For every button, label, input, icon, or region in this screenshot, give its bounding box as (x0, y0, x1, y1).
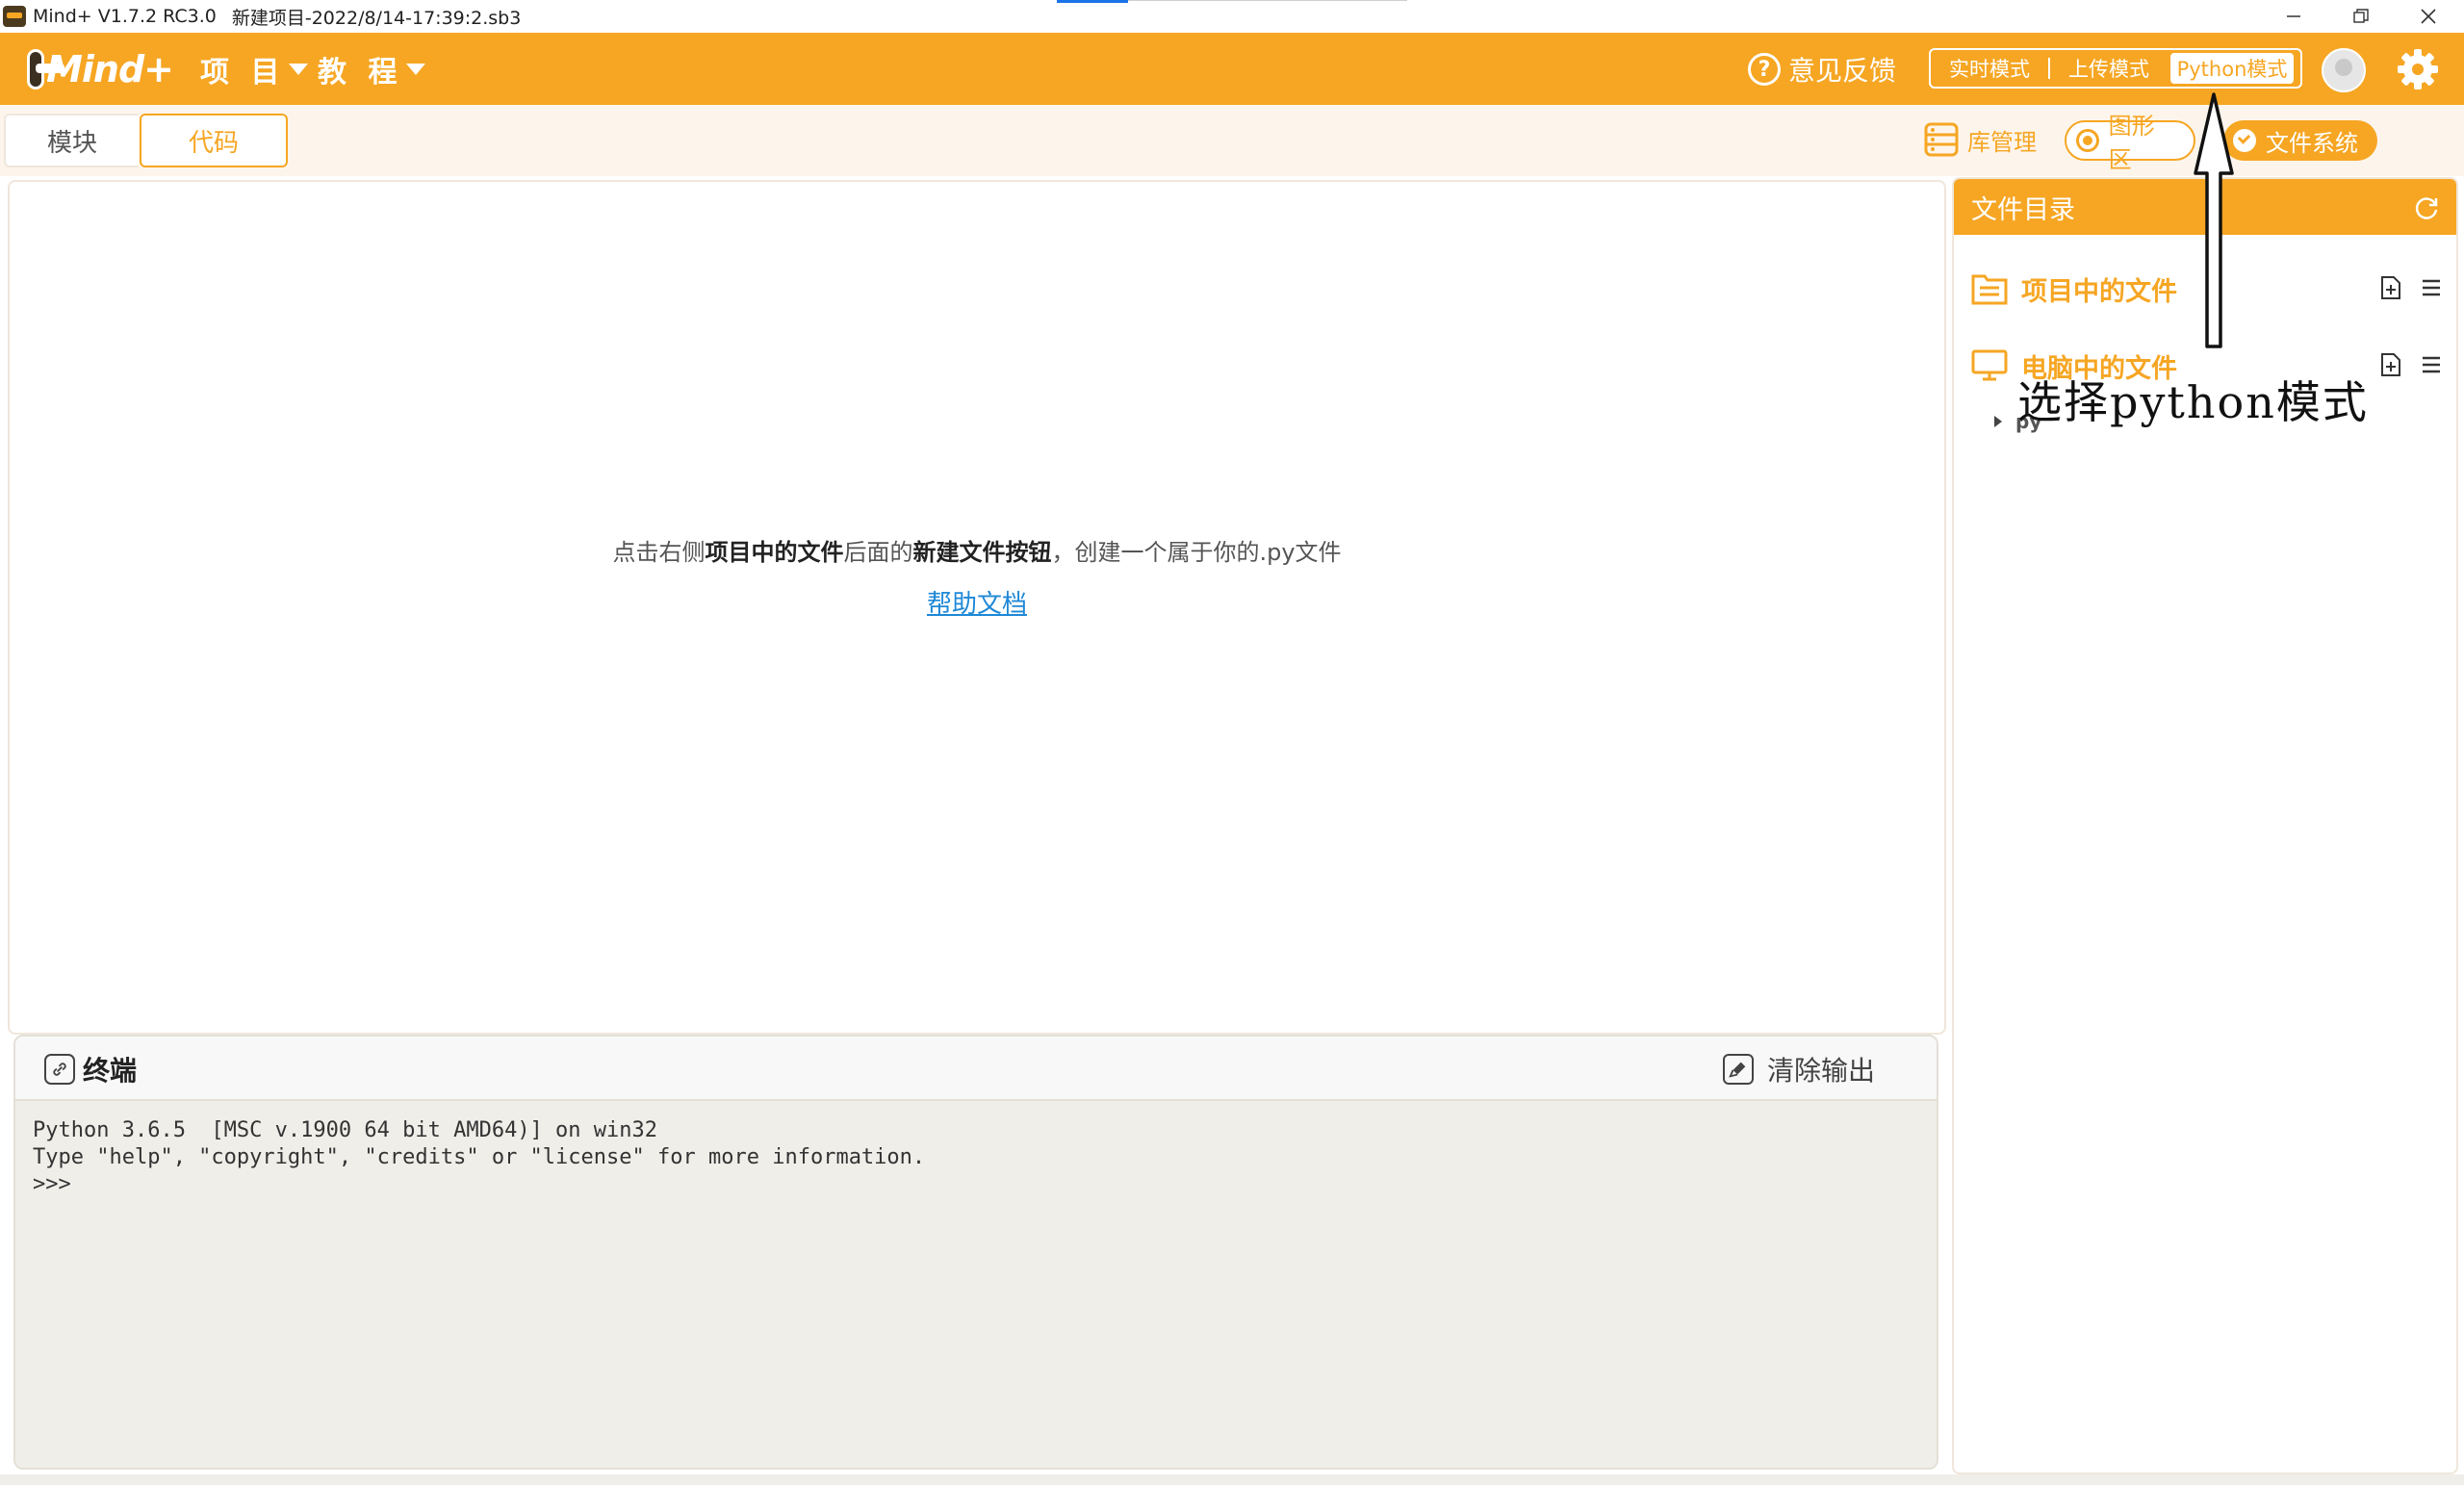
menu-icon[interactable] (2420, 352, 2443, 377)
restore-icon (2353, 9, 2369, 23)
title-tab-line (1128, 0, 1407, 1)
empty-editor-hint: 点击右侧项目中的文件后面的新建文件按钮，创建一个属于你的.py文件 (10, 533, 1944, 567)
terminal-panel: 终端 清除输出 Python 3.6.5 [MSC v.1900 64 bit … (13, 1035, 1938, 1470)
tutorial-menu-label: 教 程 (318, 56, 403, 90)
python-mode-button[interactable]: Python模式 (2170, 53, 2294, 84)
code-editor-area[interactable]: 点击右侧项目中的文件后面的新建文件按钮，创建一个属于你的.py文件 帮助文档 (8, 180, 1946, 1035)
realtime-mode-button[interactable]: 实时模式 (1931, 50, 2048, 87)
bottom-strip (0, 1474, 2464, 1485)
help-docs-link[interactable]: 帮助文档 (10, 584, 1944, 620)
editor-tab-row: 模块 代码 库管理 图形区 文件系统 (0, 105, 2464, 176)
window-app-title: Mind+ V1.7.2 RC3.0 (33, 6, 217, 27)
menu-icon[interactable] (2420, 275, 2443, 300)
project-menu[interactable]: 项 目 (200, 50, 309, 90)
folder-list-icon (1971, 274, 2008, 305)
hint-bold-new-file-button: 新建文件按钮 (912, 539, 1052, 566)
restore-button[interactable] (2327, 0, 2395, 33)
radio-icon (2076, 129, 2099, 152)
tab-blocks[interactable]: 模块 (4, 114, 139, 167)
chevron-down-icon (289, 64, 309, 75)
file-directory-title: 文件目录 (1971, 194, 2075, 225)
feedback-label: 意见反馈 (1788, 55, 1897, 87)
mode-switch: 实时模式 上传模式 Python模式 (1929, 48, 2302, 89)
clear-output-button[interactable]: 清除输出 (1723, 1050, 1875, 1088)
hint-middle: 后面的 (843, 539, 913, 566)
graph-area-label: 图形区 (2108, 113, 2155, 173)
chevron-right-icon (1994, 416, 2002, 427)
terminal-title-label: 终端 (83, 1055, 138, 1087)
minimize-icon (2287, 15, 2300, 17)
minimize-button[interactable] (2260, 0, 2327, 33)
close-window-button[interactable] (2395, 0, 2462, 33)
close-icon (2421, 9, 2436, 24)
clear-output-label: 清除输出 (1767, 1055, 1876, 1087)
terminal-line: Python 3.6.5 [MSC v.1900 64 bit AMD64)] … (33, 1118, 658, 1142)
robot-logo-icon (27, 49, 65, 90)
broom-icon (1723, 1054, 1754, 1085)
hint-suffix: ，创建一个属于你的.py文件 (1051, 539, 1342, 566)
terminal-prompt: >>> (33, 1172, 71, 1196)
computer-files-actions (2362, 352, 2443, 377)
hint-prefix: 点击右侧 (612, 539, 706, 566)
file-system-label: 文件系统 (2266, 129, 2358, 157)
upload-mode-button[interactable]: 上传模式 (2050, 50, 2168, 87)
terminal-header: 终端 清除输出 (15, 1037, 1937, 1101)
project-menu-label: 项 目 (200, 56, 286, 90)
file-system-button[interactable]: 文件系统 (2223, 120, 2377, 161)
annotation-arrow (2194, 92, 2234, 348)
new-file-icon[interactable] (2379, 275, 2402, 300)
tab-code[interactable]: 代码 (140, 114, 288, 167)
refresh-icon[interactable] (2412, 193, 2441, 222)
app-icon (3, 6, 26, 27)
logo-text: Mind+ (46, 48, 174, 90)
terminal-title: 终端 (44, 1050, 137, 1088)
library-manage-label: 库管理 (1967, 128, 2037, 156)
terminal-output[interactable]: Python 3.6.5 [MSC v.1900 64 bit AMD64)] … (33, 1117, 925, 1198)
library-manage-button[interactable]: 库管理 (1923, 120, 2037, 159)
terminal-line: Type "help", "copyright", "credits" or "… (33, 1145, 926, 1169)
project-files-actions (2362, 275, 2443, 300)
feedback-button[interactable]: ? 意见反馈 (1748, 50, 1896, 89)
library-icon (1924, 122, 1959, 157)
graph-area-button[interactable]: 图形区 (2065, 113, 2195, 173)
new-file-icon[interactable] (2379, 352, 2402, 377)
question-icon: ? (1748, 53, 1781, 86)
title-tab-indicator (1057, 0, 1128, 3)
window-title-bar: Mind+ V1.7.2 RC3.0 新建项目-2022/8/14-17:39:… (0, 0, 2464, 33)
hint-bold-project-files: 项目中的文件 (705, 539, 844, 566)
gear-icon (2398, 49, 2438, 90)
avatar[interactable] (2322, 48, 2366, 92)
project-files-label: 项目中的文件 (2021, 276, 2177, 307)
chevron-down-icon (406, 64, 426, 75)
settings-button[interactable] (2395, 46, 2441, 92)
tutorial-menu[interactable]: 教 程 (318, 50, 426, 90)
mindplus-logo: Mind+ (27, 42, 174, 96)
monitor-icon (1971, 349, 2008, 381)
link-icon (44, 1054, 75, 1085)
main-menu-bar: Mind+ 项 目 教 程 ? 意见反馈 实时模式 上传模式 Python模式 (0, 33, 2464, 105)
window-file-title: 新建项目-2022/8/14-17:39:2.sb3 (231, 7, 522, 29)
annotation-text: 选择python模式 (2017, 376, 2369, 428)
